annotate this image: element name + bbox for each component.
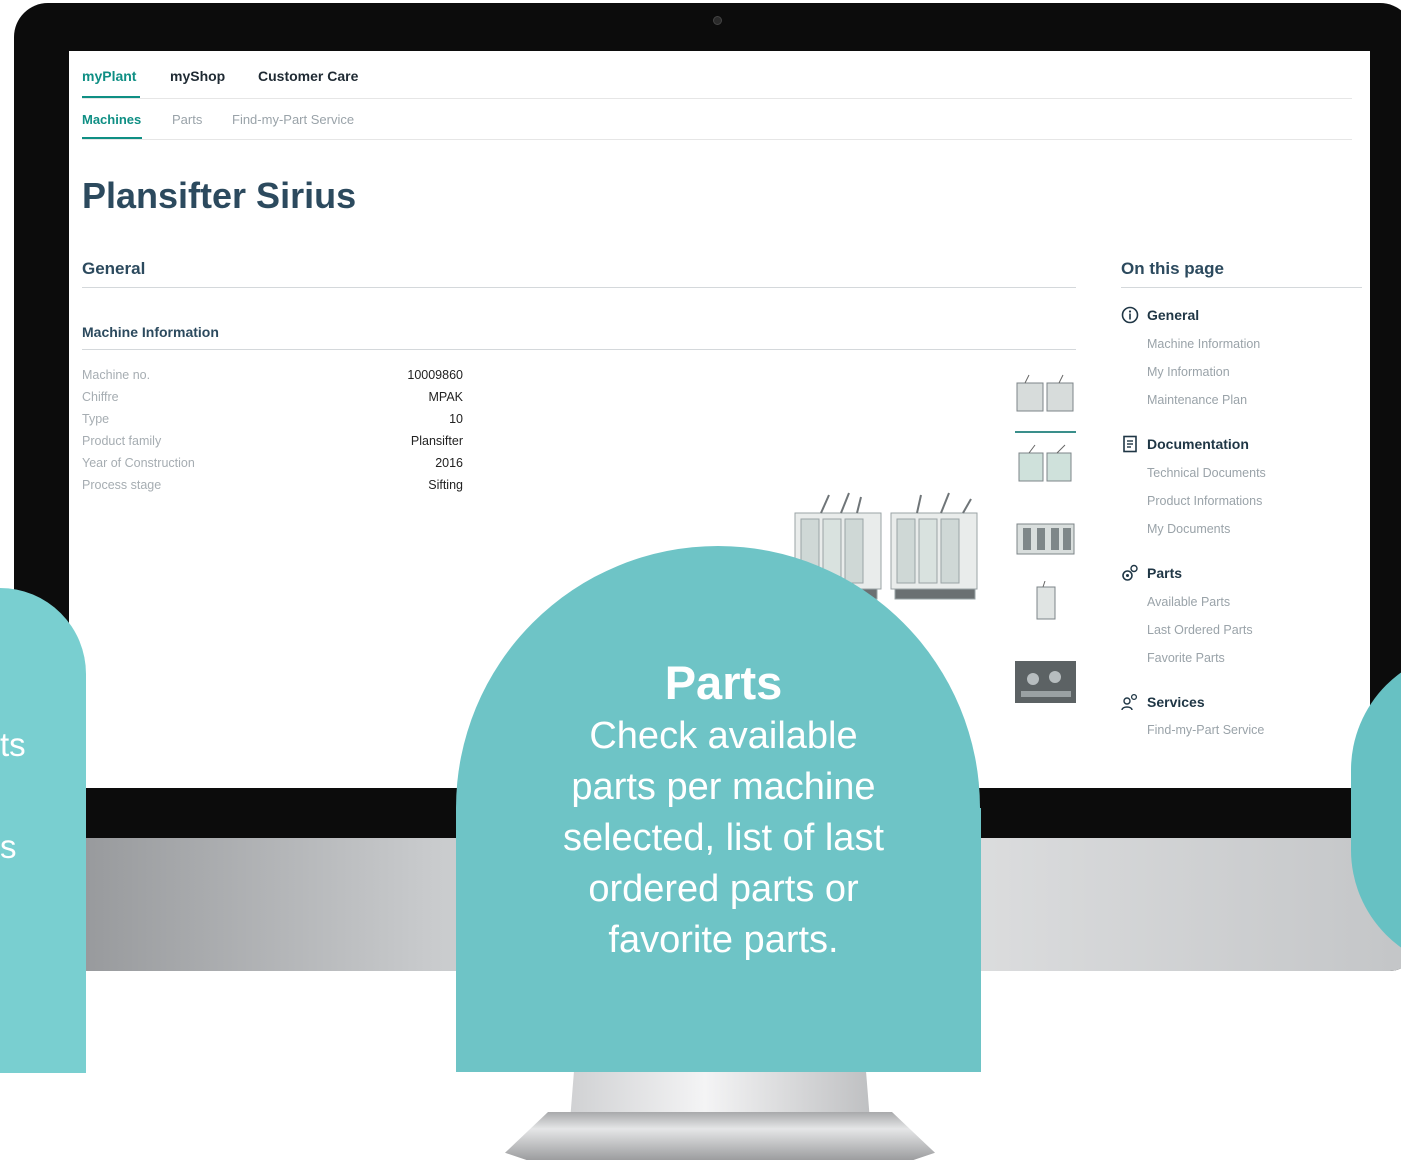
info-label: Machine no. — [82, 368, 151, 382]
machine-thumbnail[interactable] — [1015, 373, 1076, 415]
rail-section-label: Documentation — [1147, 436, 1249, 452]
divider — [1121, 287, 1362, 288]
thumbnail-active-indicator — [1015, 431, 1076, 433]
rail-link-last-ordered-parts[interactable]: Last Ordered Parts — [1147, 623, 1253, 637]
rail-section-label: Parts — [1147, 565, 1183, 581]
info-row-process-stage: Process stage Sifting — [82, 478, 463, 500]
machine-thumbnail[interactable] — [1015, 661, 1076, 703]
info-row-machine-no: Machine no. 10009860 — [82, 368, 463, 390]
machine-information-heading: Machine Information — [82, 324, 219, 340]
info-value: Plansifter — [410, 434, 463, 448]
people-icon — [1121, 693, 1138, 711]
rail-link-my-information[interactable]: My Information — [1147, 365, 1230, 379]
gears-icon — [1122, 564, 1138, 581]
info-row-product-family: Product family Plansifter — [82, 434, 463, 456]
tab-find-my-part[interactable]: Find-my-Part Service — [232, 112, 354, 127]
rail-link-available-parts[interactable]: Available Parts — [1147, 595, 1230, 609]
general-heading: General — [82, 259, 146, 278]
rail-link-favorite-parts[interactable]: Favorite Parts — [1147, 651, 1225, 665]
rail-link-product-informations[interactable]: Product Informations — [1147, 494, 1262, 508]
info-label: Chiffre — [82, 390, 119, 404]
tab-parts[interactable]: Parts — [172, 112, 202, 127]
document-icon — [1123, 435, 1137, 453]
parts-callout-line: favorite parts. — [608, 919, 839, 961]
info-label: Product family — [82, 434, 162, 448]
parts-callout-line: ordered parts or — [588, 868, 859, 910]
parts-callout-line: Check available — [589, 715, 858, 757]
info-value: MPAK — [428, 390, 464, 404]
info-value: 10009860 — [407, 368, 463, 382]
left-callout-text: s — [0, 828, 17, 865]
divider — [82, 287, 1076, 288]
sub-nav: Machines Parts Find-my-Part Service — [82, 99, 1352, 140]
page-title: Plansifter Sirius — [82, 175, 357, 216]
info-row-type: Type 10 — [82, 412, 463, 434]
rail-section-services[interactable]: Services — [1121, 693, 1205, 711]
rail-section-documentation[interactable]: Documentation — [1121, 435, 1249, 453]
parts-callout-line: selected, list of last — [562, 817, 885, 859]
info-label: Year of Construction — [82, 456, 195, 470]
machine-thumbnail[interactable] — [1015, 518, 1076, 560]
top-nav-myshop[interactable]: myShop — [170, 68, 225, 84]
rail-section-label: General — [1147, 307, 1200, 323]
top-nav-myplant[interactable]: myPlant — [82, 68, 136, 84]
parts-callout-heading: Parts — [664, 656, 783, 709]
rail-link-machine-information[interactable]: Machine Information — [1147, 337, 1260, 351]
parts-callout-text: Parts Check available parts per machine … — [456, 655, 991, 966]
info-icon — [1121, 306, 1139, 324]
rail-link-find-my-part-service[interactable]: Find-my-Part Service — [1147, 723, 1264, 737]
rail-section-general[interactable]: General — [1121, 306, 1199, 324]
top-nav-active-indicator — [82, 96, 140, 98]
rail-link-technical-documents[interactable]: Technical Documents — [1147, 466, 1266, 480]
info-label: Type — [82, 412, 110, 426]
info-value: 10 — [449, 412, 463, 426]
tab-machines[interactable]: Machines — [82, 112, 141, 127]
machine-thumbnail[interactable] — [1015, 581, 1076, 623]
info-value: 2016 — [435, 456, 463, 470]
top-nav: myPlant myShop Customer Care — [82, 51, 1352, 99]
top-nav-customer-care[interactable]: Customer Care — [258, 68, 358, 84]
rail-link-my-documents[interactable]: My Documents — [1147, 522, 1230, 536]
left-callout-text: ts — [0, 726, 26, 763]
info-label: Process stage — [82, 478, 162, 492]
rail-link-maintenance-plan[interactable]: Maintenance Plan — [1147, 393, 1247, 407]
monitor-foot — [505, 1112, 935, 1160]
rail-section-parts[interactable]: Parts — [1121, 564, 1182, 582]
camera-icon — [713, 16, 722, 25]
divider — [82, 349, 1076, 350]
parts-callout-line: parts per machine — [571, 766, 876, 808]
rail-section-label: Services — [1147, 694, 1205, 710]
info-value: Sifting — [428, 478, 463, 492]
info-row-chiffre: Chiffre MPAK — [82, 390, 463, 412]
left-callout: ts s — [0, 588, 86, 1073]
sub-nav-active-indicator — [82, 137, 142, 139]
machine-thumbnail[interactable] — [1015, 443, 1076, 485]
on-this-page-heading: On this page — [1121, 259, 1224, 278]
info-row-year: Year of Construction 2016 — [82, 456, 463, 478]
